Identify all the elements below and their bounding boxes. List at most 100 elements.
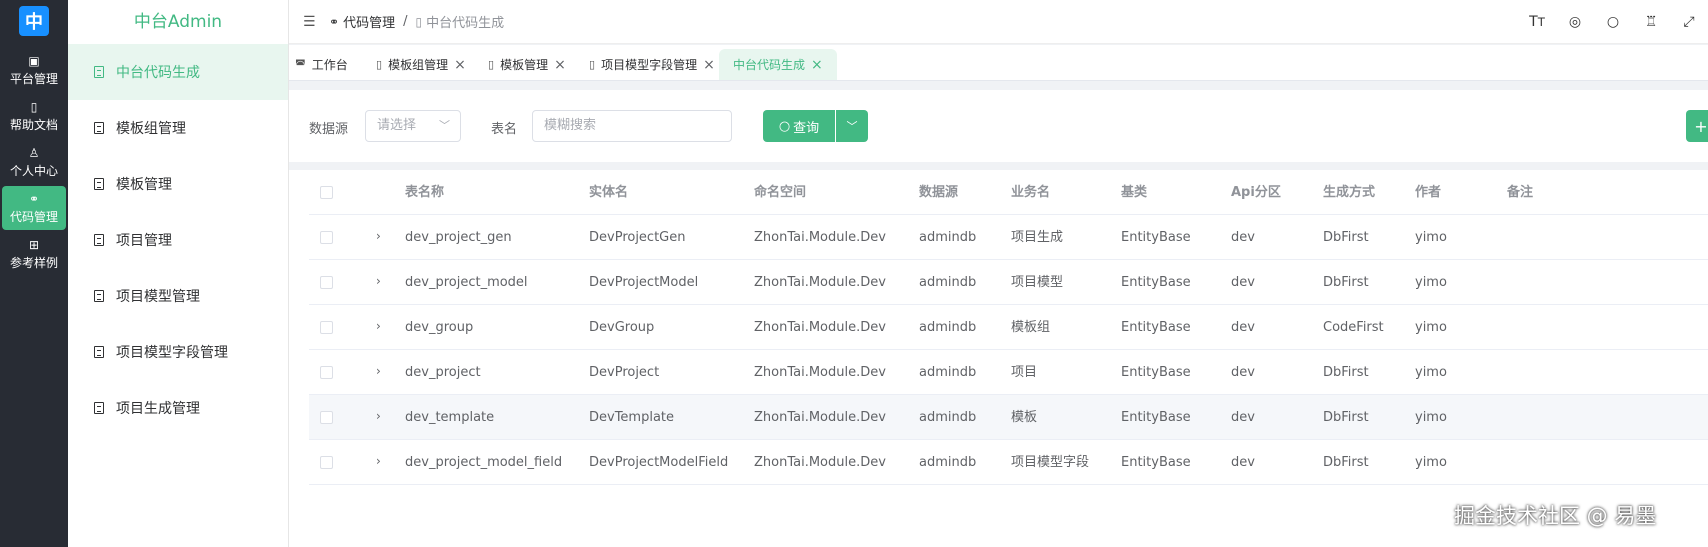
- search-icon[interactable]: ○: [1594, 14, 1632, 30]
- tab-code-gen[interactable]: 中台代码生成 ×: [719, 49, 837, 80]
- top-header: ☰ ⚭ 代码管理 / ▯ 中台代码生成 TT ◎ ○ ♖ ⤢: [289, 0, 1708, 44]
- search-panel: 数据源 请选择 ﹀ 表名 模糊搜索 ○ 查询 ﹀ +: [289, 90, 1708, 162]
- row-checkbox[interactable]: [320, 366, 333, 379]
- column-header[interactable]: 表名称: [405, 170, 444, 215]
- row-checkbox[interactable]: [320, 456, 333, 469]
- rail-item-label: 个人中心: [9, 163, 58, 178]
- menu-item-label: 项目模型管理: [116, 289, 200, 305]
- tab-workbench[interactable]: ◚ 工作台: [295, 49, 348, 80]
- row-checkbox[interactable]: [320, 276, 333, 289]
- menu-fold-icon[interactable]: ☰: [303, 14, 321, 30]
- close-icon[interactable]: ×: [703, 57, 715, 73]
- tab-template-group[interactable]: ▯ 模板组管理 ×: [376, 49, 466, 80]
- app-logo[interactable]: 中: [19, 6, 49, 36]
- menu-item-label: 模板管理: [116, 177, 172, 193]
- rail-item-personal[interactable]: ♙ 个人中心: [2, 140, 66, 184]
- rail-item-examples[interactable]: ⊞ 参考样例: [2, 232, 66, 276]
- fullscreen-icon[interactable]: ⤢: [1670, 14, 1708, 30]
- cell-business-name: 模板组: [1011, 320, 1051, 335]
- column-header[interactable]: 命名空间: [754, 170, 806, 215]
- cell-base-class: EntityBase: [1121, 275, 1191, 290]
- cell-entity-name: DevProject: [589, 365, 660, 380]
- select-all-checkbox[interactable]: [320, 186, 333, 199]
- chevron-right-icon[interactable]: ›: [376, 350, 381, 395]
- cell-datasource: admindb: [919, 410, 977, 425]
- rail-item-label: 参考样例: [9, 255, 58, 270]
- column-header[interactable]: 基类: [1121, 170, 1147, 215]
- column-header[interactable]: 作者: [1415, 170, 1441, 215]
- column-header[interactable]: 数据源: [919, 170, 958, 215]
- row-checkbox[interactable]: [320, 321, 333, 334]
- document-icon: [94, 234, 104, 246]
- table-row[interactable]: › dev_project_gen DevProjectGen ZhonTai.…: [309, 215, 1708, 260]
- cell-gen-mode: DbFirst: [1323, 230, 1369, 245]
- chevron-right-icon[interactable]: ›: [376, 440, 381, 485]
- menu-item-template-group[interactable]: 模板组管理: [68, 100, 288, 156]
- chevron-right-icon[interactable]: ›: [376, 305, 381, 350]
- menu-item-project-model[interactable]: 项目模型管理: [68, 268, 288, 324]
- query-button[interactable]: ○ 查询: [763, 110, 835, 142]
- cell-business-name: 项目模型: [1011, 275, 1064, 290]
- table-row[interactable]: › dev_project_model_field DevProjectMode…: [309, 440, 1708, 485]
- add-button[interactable]: +: [1686, 110, 1708, 142]
- chevron-down-icon: ﹀: [439, 119, 450, 132]
- globe-icon[interactable]: ◎: [1556, 14, 1594, 30]
- row-checkbox[interactable]: [320, 231, 333, 244]
- cell-author: yimo: [1415, 410, 1447, 425]
- chevron-right-icon[interactable]: ›: [376, 395, 381, 440]
- menu-item-label: 项目管理: [116, 233, 172, 249]
- table-row[interactable]: › dev_project_model DevProjectModel Zhon…: [309, 260, 1708, 305]
- menu-item-project[interactable]: 项目管理: [68, 212, 288, 268]
- cell-table-name: dev_project_model_field: [405, 455, 563, 470]
- column-header[interactable]: Api分区: [1231, 170, 1281, 215]
- column-header[interactable]: 实体名: [589, 170, 628, 215]
- rail-item-docs[interactable]: ▯ 帮助文档: [2, 94, 66, 138]
- rail-item-platform[interactable]: ▣ 平台管理: [2, 48, 66, 92]
- rail-item-code[interactable]: ⚭ 代码管理: [2, 186, 66, 230]
- cell-base-class: EntityBase: [1121, 410, 1191, 425]
- dashboard-icon: ◚: [295, 58, 306, 71]
- breadcrumb-item[interactable]: 代码管理: [343, 12, 395, 31]
- menu-item-template[interactable]: 模板管理: [68, 156, 288, 212]
- data-table: 表名称 实体名 命名空间 数据源 业务名 基类 Api分区 生成方式 作者 备注…: [289, 170, 1708, 547]
- breadcrumb-separator: /: [403, 14, 408, 29]
- book-icon: ▯: [30, 99, 38, 114]
- column-header[interactable]: 生成方式: [1323, 170, 1375, 215]
- document-icon: ▯: [415, 14, 423, 29]
- tab-label: 工作台: [311, 58, 348, 72]
- table-name-input[interactable]: 模糊搜索: [532, 110, 732, 142]
- tab-project-model-field[interactable]: ▯ 项目模型字段管理 ×: [589, 49, 715, 80]
- table-row[interactable]: › dev_template DevTemplate ZhonTai.Modul…: [309, 395, 1708, 440]
- table-header: 表名称 实体名 命名空间 数据源 业务名 基类 Api分区 生成方式 作者 备注: [309, 170, 1708, 215]
- column-header[interactable]: 备注: [1507, 170, 1533, 215]
- font-size-icon[interactable]: TT: [1518, 14, 1556, 30]
- cell-datasource: admindb: [919, 320, 977, 335]
- tab-template[interactable]: ▯ 模板管理 ×: [488, 49, 566, 80]
- menu-item-project-gen[interactable]: 项目生成管理: [68, 380, 288, 436]
- document-icon: [94, 290, 104, 302]
- plus-icon: +: [1694, 116, 1708, 136]
- datasource-select[interactable]: 请选择 ﹀: [365, 110, 461, 142]
- close-icon[interactable]: ×: [811, 57, 823, 73]
- table-row[interactable]: › dev_group DevGroup ZhonTai.Module.Dev …: [309, 305, 1708, 350]
- menu-item-code-gen[interactable]: 中台代码生成: [68, 44, 288, 100]
- chevron-right-icon[interactable]: ›: [376, 260, 381, 305]
- menu-item-label: 模板组管理: [116, 121, 186, 137]
- query-dropdown-button[interactable]: ﹀: [836, 110, 868, 142]
- close-icon[interactable]: ×: [554, 57, 566, 73]
- row-checkbox[interactable]: [320, 411, 333, 424]
- column-header[interactable]: 业务名: [1011, 170, 1050, 215]
- cell-entity-name: DevProjectModel: [589, 275, 699, 290]
- menu-item-project-model-field[interactable]: 项目模型字段管理: [68, 324, 288, 380]
- cell-entity-name: DevGroup: [589, 320, 655, 335]
- tabs-bar: ◚ 工作台 ▯ 模板组管理 × ▯ 模板管理 × ▯ 项目模型字段管理 × 中台…: [289, 45, 1708, 81]
- close-icon[interactable]: ×: [454, 57, 466, 73]
- chevron-right-icon[interactable]: ›: [376, 215, 381, 260]
- cell-business-name: 项目: [1011, 365, 1038, 380]
- tab-label: 项目模型字段管理: [601, 58, 698, 72]
- rail-item-label: 帮助文档: [9, 117, 58, 132]
- table-name-label: 表名: [491, 122, 518, 137]
- document-icon: [94, 66, 104, 78]
- table-row[interactable]: › dev_project DevProject ZhonTai.Module.…: [309, 350, 1708, 395]
- shirt-icon[interactable]: ♖: [1632, 14, 1670, 30]
